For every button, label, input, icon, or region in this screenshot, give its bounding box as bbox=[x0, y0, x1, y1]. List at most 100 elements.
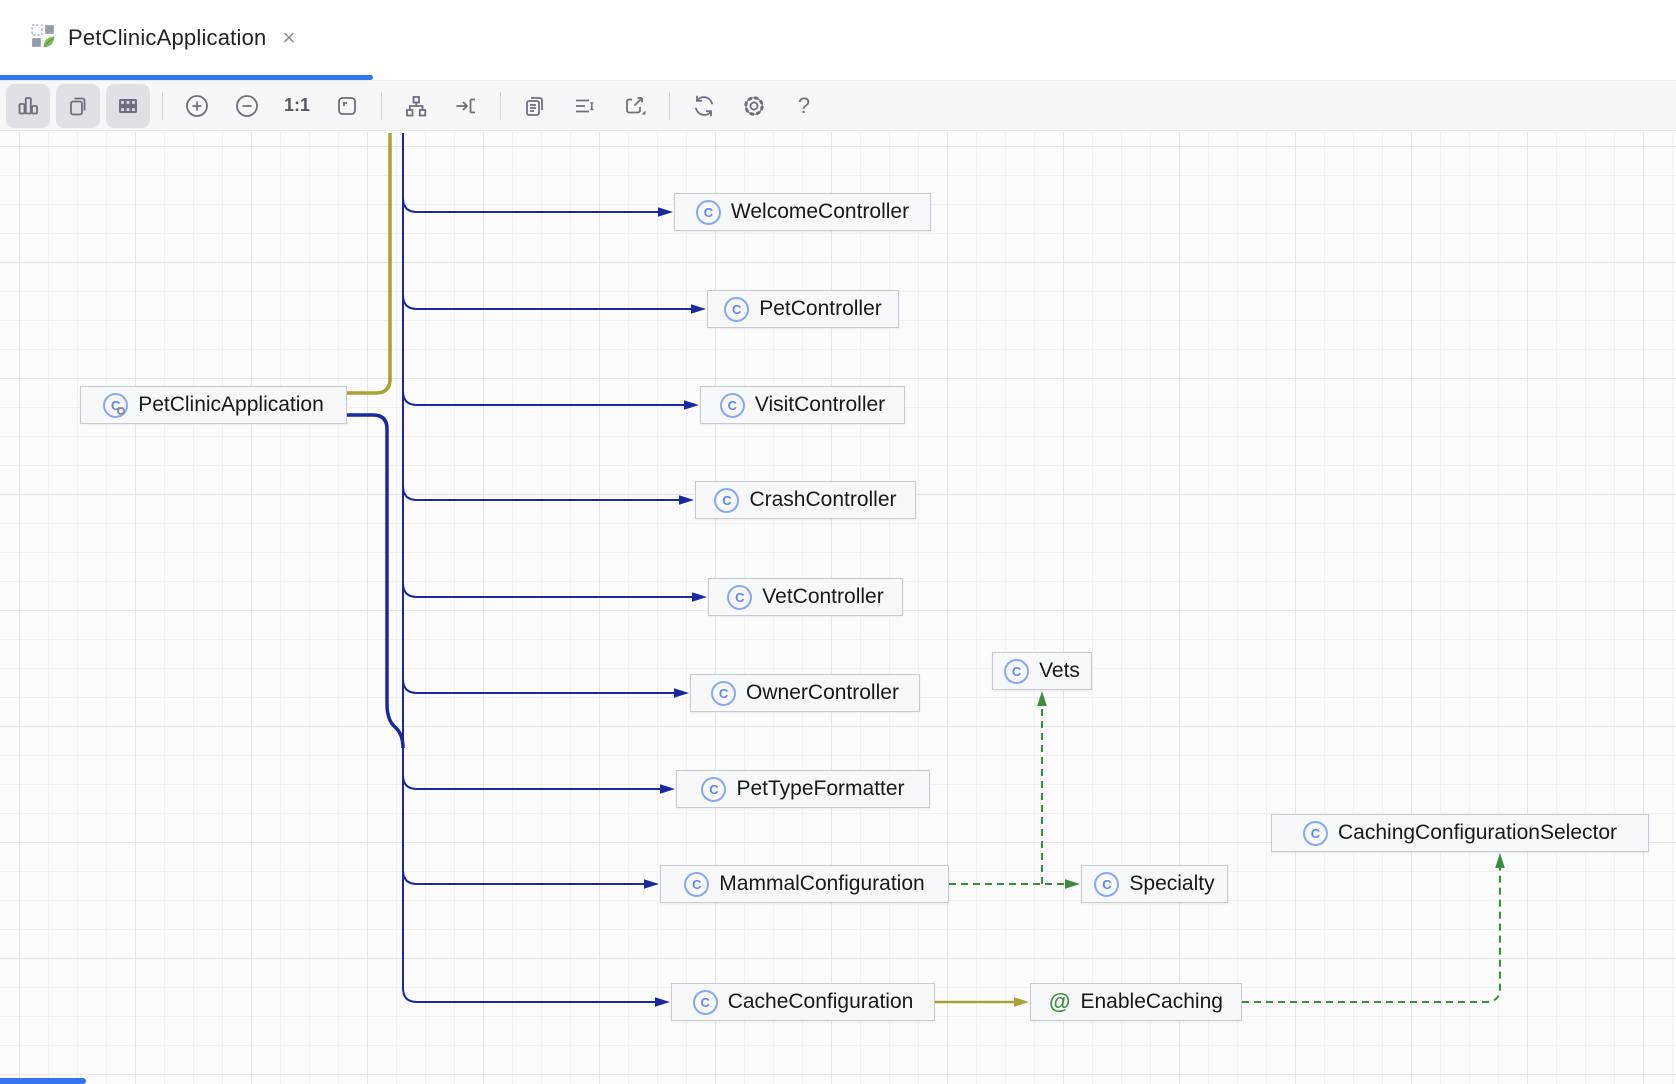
node-cachingconfigurationselector[interactable]: C CachingConfigurationSelector bbox=[1271, 814, 1649, 852]
edge-arrowhead-to-ownercontroller bbox=[674, 688, 689, 698]
node-label: VetController bbox=[762, 585, 883, 609]
application-overlay-icon bbox=[117, 407, 125, 415]
edge-to-pettypeformatter[interactable] bbox=[403, 775, 662, 789]
route-edges-icon bbox=[453, 93, 479, 119]
node-cacheconfiguration[interactable]: C CacheConfiguration bbox=[671, 983, 935, 1021]
class-icon: C bbox=[693, 990, 718, 1015]
tab-title: PetClinicApplication bbox=[68, 25, 266, 51]
edge-arrowhead-mammalconfiguration-to-vets bbox=[1037, 691, 1047, 706]
node-ownercontroller[interactable]: COwnerController bbox=[690, 674, 920, 712]
class-icon: C bbox=[727, 585, 752, 610]
node-petclinicapplication[interactable]: CPetClinicApplication bbox=[80, 386, 347, 424]
edge-arrowhead-to-visitcontroller bbox=[684, 400, 699, 410]
toolbar-separator bbox=[381, 92, 382, 120]
node-label: WelcomeController bbox=[731, 200, 909, 224]
node-label: MammalConfiguration bbox=[719, 872, 924, 896]
tab-bar: PetClinicApplication × bbox=[0, 0, 1676, 80]
refresh-icon bbox=[690, 92, 718, 120]
node-mammalconfiguration[interactable]: C MammalConfiguration bbox=[660, 865, 949, 903]
node-enablecaching[interactable]: @ EnableCaching bbox=[1030, 983, 1242, 1021]
edge-petclinicapplication-out-olive[interactable] bbox=[347, 133, 390, 393]
node-pettypeformatter[interactable]: C PetTypeFormatter bbox=[676, 770, 930, 808]
class-icon: C bbox=[720, 393, 745, 418]
fit-content-button[interactable] bbox=[325, 84, 369, 128]
tab-petclinicapplication[interactable]: PetClinicApplication × bbox=[16, 0, 313, 76]
class-icon: C bbox=[696, 200, 721, 225]
tab-close-icon[interactable]: × bbox=[278, 25, 299, 51]
copy-button[interactable] bbox=[56, 84, 100, 128]
hierarchic-layout-icon bbox=[403, 93, 429, 119]
help-label: ? bbox=[798, 93, 810, 119]
node-welcomecontroller[interactable]: C WelcomeController bbox=[674, 193, 931, 231]
refresh-button[interactable] bbox=[682, 84, 726, 128]
edge-arrowhead-trunk-to-cacheconfiguration bbox=[655, 997, 670, 1007]
node-label: CrashController bbox=[749, 488, 896, 512]
node-label: CachingConfigurationSelector bbox=[1338, 821, 1617, 845]
class-icon: C bbox=[1303, 821, 1328, 846]
column-chart-button[interactable] bbox=[6, 84, 50, 128]
filmstrip-button[interactable] bbox=[106, 84, 150, 128]
edge-arrowhead-cacheconfiguration-to-enablecaching bbox=[1014, 997, 1029, 1007]
edge-petclinicapplication-out-blue[interactable] bbox=[347, 415, 403, 748]
node-label: EnableCaching bbox=[1081, 990, 1223, 1014]
node-label: Specialty bbox=[1129, 872, 1214, 896]
fit-content-icon bbox=[334, 93, 360, 119]
class-icon: C bbox=[1094, 872, 1119, 897]
node-label: CacheConfiguration bbox=[728, 990, 914, 1014]
node-label: PetTypeFormatter bbox=[736, 777, 904, 801]
diagram-toolbar: 1:1 bbox=[0, 80, 1676, 131]
edge-arrowhead-mammalconfiguration-to-specialty bbox=[1065, 879, 1080, 889]
edge-arrowhead-to-mammalconfiguration bbox=[644, 879, 659, 889]
zoom-out-icon bbox=[233, 92, 261, 120]
route-edges-button[interactable] bbox=[444, 84, 488, 128]
class-icon: C bbox=[701, 777, 726, 802]
edge-arrowhead-to-petcontroller bbox=[691, 304, 706, 314]
edge-to-petcontroller[interactable] bbox=[403, 295, 693, 309]
hierarchic-layout-button[interactable] bbox=[394, 84, 438, 128]
edge-arrowhead-to-vetcontroller bbox=[692, 592, 707, 602]
edge-to-welcomecontroller[interactable] bbox=[403, 198, 660, 212]
help-button[interactable]: ? bbox=[782, 84, 826, 128]
notes-button[interactable] bbox=[513, 84, 557, 128]
node-vets[interactable]: CVets bbox=[992, 652, 1092, 690]
class-icon: C bbox=[684, 872, 709, 897]
diagram-canvas[interactable]: CPetClinicApplicationCWelcomeControllerC… bbox=[0, 132, 1676, 1084]
edge-arrowhead-to-pettypeformatter bbox=[660, 784, 675, 794]
toolbar-separator bbox=[500, 92, 501, 120]
node-label: PetController bbox=[759, 297, 882, 321]
class-icon: C bbox=[724, 297, 749, 322]
toolbar-separator bbox=[669, 92, 670, 120]
edge-to-mammalconfiguration[interactable] bbox=[403, 870, 646, 884]
list-cursor-button[interactable] bbox=[563, 84, 607, 128]
class-icon: C bbox=[714, 488, 739, 513]
annotation-icon: @ bbox=[1049, 991, 1070, 1013]
node-label: VisitController bbox=[755, 393, 885, 417]
edge-to-crashcontroller[interactable] bbox=[403, 486, 681, 500]
zoom-out-button[interactable] bbox=[225, 84, 269, 128]
column-chart-icon bbox=[15, 93, 41, 119]
zoom-in-icon bbox=[183, 92, 211, 120]
actual-size-label: 1:1 bbox=[284, 95, 310, 116]
edge-enablecaching-to-cachingconfigurationselector[interactable] bbox=[1242, 866, 1500, 1002]
node-vetcontroller[interactable]: C VetController bbox=[708, 578, 903, 616]
node-petcontroller[interactable]: C PetController bbox=[707, 290, 899, 328]
node-label: Vets bbox=[1039, 659, 1080, 683]
gear-icon bbox=[740, 92, 768, 120]
edge-trunk-to-cacheconfiguration[interactable] bbox=[403, 133, 657, 1002]
node-visitcontroller[interactable]: C VisitController bbox=[700, 386, 905, 424]
node-crashcontroller[interactable]: C CrashController bbox=[695, 481, 916, 519]
edge-arrowhead-enablecaching-to-cachingconfigurationselector bbox=[1495, 853, 1505, 868]
export-button[interactable] bbox=[613, 84, 657, 128]
zoom-in-button[interactable] bbox=[175, 84, 219, 128]
horizontal-scrollbar-thumb[interactable] bbox=[0, 1078, 86, 1084]
diagram-tab-icon bbox=[30, 23, 56, 54]
edge-to-vetcontroller[interactable] bbox=[403, 583, 694, 597]
node-label: OwnerController bbox=[746, 681, 899, 705]
toolbar-separator bbox=[162, 92, 163, 120]
copy-icon bbox=[65, 93, 91, 119]
edge-to-visitcontroller[interactable] bbox=[403, 391, 686, 405]
node-specialty[interactable]: C Specialty bbox=[1081, 865, 1228, 903]
edge-to-ownercontroller[interactable] bbox=[403, 679, 676, 693]
settings-button[interactable] bbox=[732, 84, 776, 128]
actual-size-button[interactable]: 1:1 bbox=[275, 84, 319, 128]
